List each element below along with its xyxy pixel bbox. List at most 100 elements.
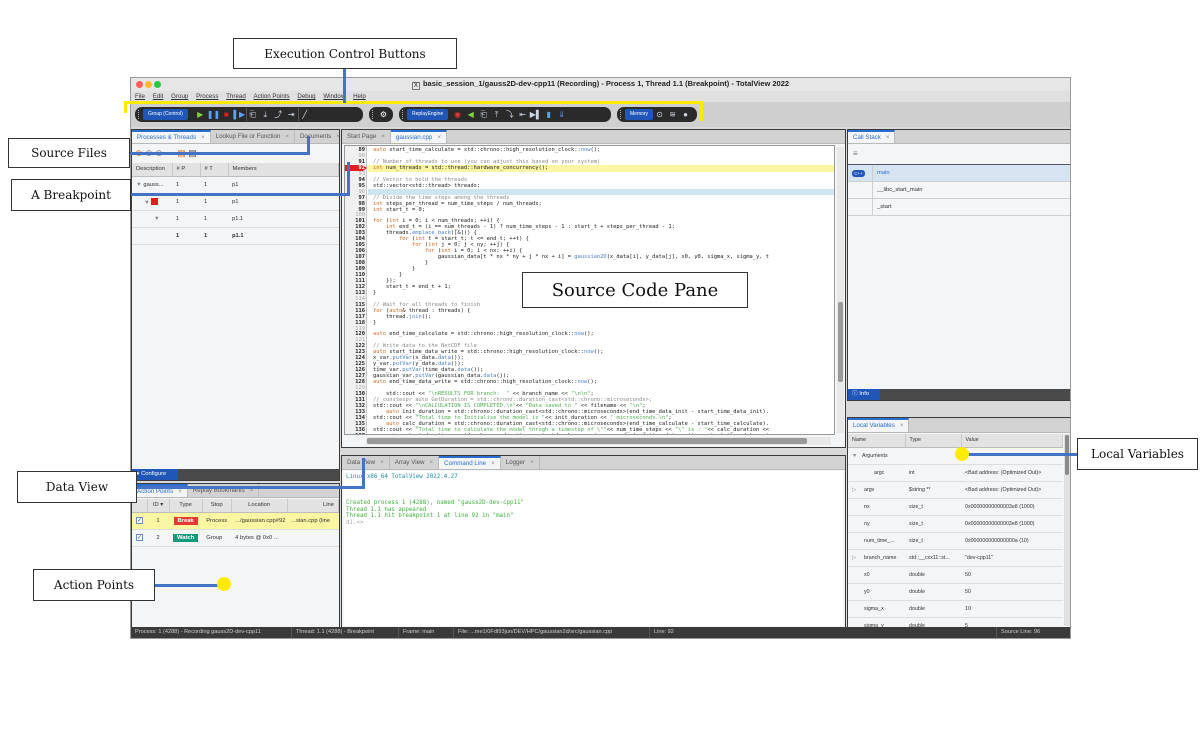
col-line[interactable]: Line: [287, 499, 339, 513]
close-tab-icon[interactable]: ×: [430, 459, 434, 466]
variable-value[interactable]: 50: [961, 583, 1063, 601]
variable-row[interactable]: ▷ branch_name std::__cxx11::st... "dev-cpp1…: [848, 549, 1063, 567]
tab-gaussian-cpp[interactable]: gaussian.cpp ×: [390, 130, 447, 143]
col-t[interactable]: # T: [200, 163, 229, 177]
table-row[interactable]: ▼ 1 1 p1.1: [132, 210, 339, 228]
expand-toggle-icon[interactable]: ▷: [852, 555, 862, 561]
tab-command-line[interactable]: Command Line ×: [439, 456, 501, 469]
variable-value[interactable]: <Bad address: (Optimized Out)>: [961, 481, 1063, 499]
col-id[interactable]: ID ▾: [147, 499, 170, 513]
variable-value[interactable]: <Bad address: (Optimized Out)>: [961, 464, 1063, 482]
scrollbar-thumb[interactable]: [838, 302, 843, 382]
memory-button[interactable]: Memory: [625, 109, 654, 120]
command-prompt[interactable]: d1.<>: [346, 520, 841, 527]
tab-processes-threads[interactable]: Processes & Threads ×: [132, 130, 211, 143]
col-type[interactable]: Type: [169, 499, 203, 513]
filter-icon[interactable]: ≡: [853, 149, 858, 158]
save-icon[interactable]: ⇓: [555, 108, 568, 121]
col-members[interactable]: Members: [228, 163, 339, 177]
enabled-checkbox[interactable]: ✓: [132, 512, 147, 530]
variable-value[interactable]: 50: [961, 566, 1063, 584]
memory-debug-icon[interactable]: ⊙: [653, 108, 666, 121]
configure-button[interactable]: ● Configure: [132, 469, 178, 480]
variable-value[interactable]: 0x00000000000003e8 (1000): [961, 515, 1063, 533]
tab-start-page[interactable]: Start Page ×: [342, 130, 391, 143]
live-icon[interactable]: ▶▌: [529, 108, 542, 121]
col-description[interactable]: Description: [132, 163, 173, 177]
enabled-checkbox[interactable]: ✓: [132, 529, 147, 547]
col-type[interactable]: Type: [905, 434, 962, 448]
info-button[interactable]: ⓘ Info: [848, 389, 880, 400]
variable-value[interactable]: 0x000000000000000a (10): [961, 532, 1063, 550]
prev-icon[interactable]: ⎗: [477, 108, 490, 121]
grip-handle[interactable]: [372, 110, 374, 119]
command-line-console[interactable]: Linux x86_64 TotalView 2022.4.27 Created…: [344, 471, 843, 626]
close-tab-icon[interactable]: ×: [178, 488, 182, 495]
kill-icon[interactable]: ■: [220, 108, 233, 121]
edit-icon[interactable]: ╱: [297, 108, 311, 121]
heap-icon[interactable]: ≋: [666, 108, 679, 121]
close-tab-icon[interactable]: ×: [491, 460, 495, 467]
variable-row[interactable]: sigma_x double 10: [848, 600, 1063, 618]
variable-row[interactable]: x0 double 50: [848, 566, 1063, 584]
go-icon[interactable]: ▶: [194, 108, 207, 121]
run-to-icon[interactable]: ⇥: [285, 108, 298, 121]
variable-row[interactable]: ny size_t 0x00000000000003e8 (1000): [848, 515, 1063, 533]
caller-icon[interactable]: ⤵: [503, 108, 516, 121]
close-tab-icon[interactable]: ×: [380, 459, 384, 466]
variable-value[interactable]: "dev-cpp11": [961, 549, 1063, 567]
tab-call-stack[interactable]: Call Stack ×: [848, 130, 896, 143]
close-tab-icon[interactable]: ×: [886, 134, 890, 141]
tab-local-variables[interactable]: Local Variables ×: [848, 418, 910, 432]
line-number[interactable]: 137: [345, 433, 365, 434]
close-tab-icon[interactable]: ×: [381, 133, 385, 140]
out-icon[interactable]: ⤴: [272, 108, 285, 121]
stack-frame-libc-start-main[interactable]: __libc_start_main: [848, 182, 1070, 199]
tab-documents[interactable]: Documents ×: [295, 130, 339, 143]
close-tab-icon[interactable]: ×: [285, 133, 289, 140]
grip-handle[interactable]: [138, 110, 140, 119]
col-p[interactable]: # P: [172, 163, 201, 177]
tab-lookup-file[interactable]: Lookup File or Function ×: [211, 130, 295, 143]
gear-icon[interactable]: ⚙: [377, 108, 390, 121]
vertical-scrollbar[interactable]: [837, 147, 844, 433]
grip-handle[interactable]: [620, 110, 622, 119]
variable-row[interactable]: y0 double 50: [848, 583, 1063, 601]
variable-row[interactable]: argc int <Bad address: (Optimized Out)>: [848, 464, 1063, 482]
variable-value[interactable]: 0x00000000000003e8 (1000): [961, 498, 1063, 516]
stack-frame-main[interactable]: C++ main: [848, 165, 1070, 182]
stack-frame-start[interactable]: _start: [848, 199, 1070, 216]
bookmark-icon[interactable]: ▮: [542, 108, 555, 121]
replay-engine-button[interactable]: ReplayEngine: [407, 109, 449, 120]
expand-toggle-icon[interactable]: ▷: [852, 487, 862, 493]
tab-data-view[interactable]: Data View ×: [342, 456, 390, 469]
back-to-icon[interactable]: ⇤: [516, 108, 529, 121]
table-row[interactable]: ▼ gauss... 1 1 p1: [132, 176, 339, 194]
close-tab-icon[interactable]: ×: [900, 422, 904, 429]
halt-icon[interactable]: ❚❚: [207, 108, 220, 121]
col-name[interactable]: Name: [848, 434, 906, 448]
close-tab-icon[interactable]: ×: [336, 133, 339, 140]
tab-logger[interactable]: Logger ×: [501, 456, 540, 469]
scrollbar-thumb[interactable]: [367, 438, 807, 444]
close-tab-icon[interactable]: ×: [437, 134, 441, 141]
go-back-icon[interactable]: ◀: [464, 108, 477, 121]
table-row[interactable]: 1 1 p1.1: [132, 227, 339, 245]
vertical-scrollbar[interactable]: [1064, 434, 1070, 626]
expand-toggle-icon[interactable]: ▼: [852, 453, 862, 459]
leak-icon[interactable]: ●: [679, 108, 692, 121]
table-row[interactable]: ✓ 2 Watch Group 4 bytes @ 0x0 ...: [132, 529, 339, 547]
variable-row[interactable]: num_time_... size_t 0x000000000000000a (10…: [848, 532, 1063, 550]
col-stop[interactable]: Stop: [202, 499, 232, 513]
table-row[interactable]: ✓ 1 Break Process .../gaussian.cpp#92 ..…: [132, 512, 339, 530]
variable-row[interactable]: ▷ argv $string ** <Bad address: (Optimized …: [848, 481, 1063, 499]
grip-handle[interactable]: [402, 110, 404, 119]
record-icon[interactable]: ◉: [451, 108, 464, 121]
restart-icon[interactable]: ▌▶: [233, 108, 246, 121]
col-location[interactable]: Location: [231, 499, 288, 513]
close-tab-icon[interactable]: ×: [201, 134, 205, 141]
col-value[interactable]: Value: [961, 434, 1063, 448]
tab-array-view[interactable]: Array View ×: [390, 456, 440, 469]
variable-row[interactable]: nx size_t 0x00000000000003e8 (1000): [848, 498, 1063, 516]
variable-value[interactable]: 10: [961, 600, 1063, 618]
